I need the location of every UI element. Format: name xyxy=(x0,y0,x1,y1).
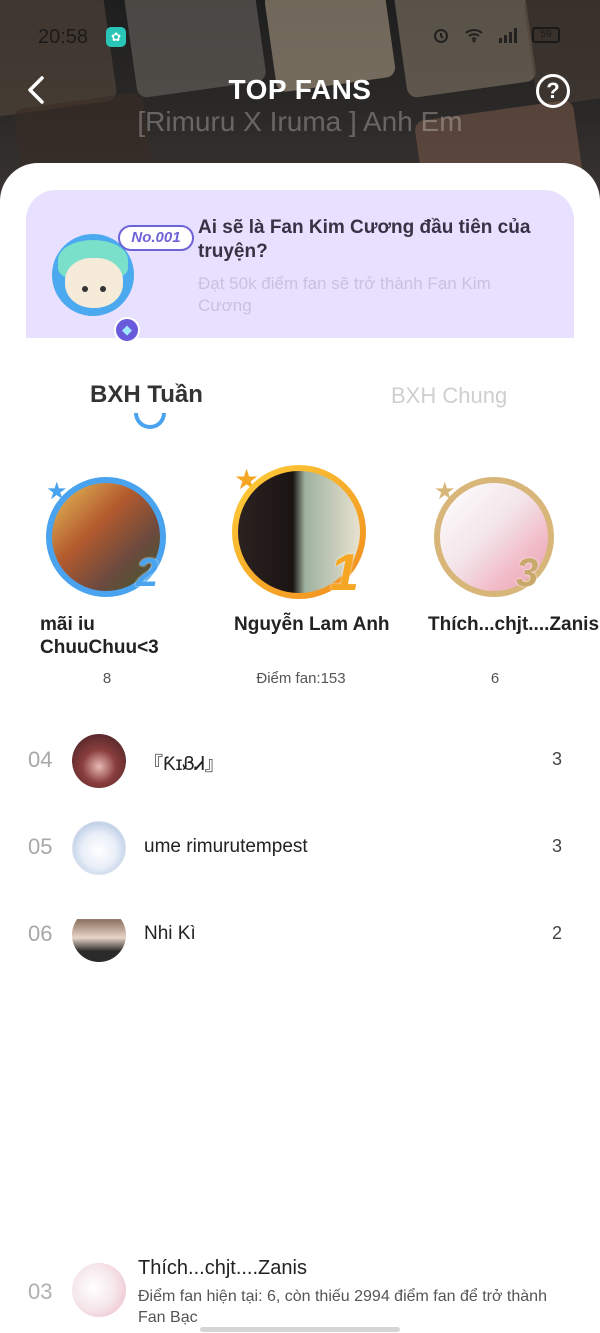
my-rank: 03 xyxy=(28,1279,53,1304)
fan-name: mãi iu ChuuChuu<3 xyxy=(40,614,159,658)
row-rank: 06 xyxy=(28,921,53,946)
fan-score: 6 xyxy=(490,670,500,687)
help-button[interactable]: ? xyxy=(536,74,570,108)
fan-name: Thích...chjt....Zanis xyxy=(428,614,600,635)
page-title: TOP FANS xyxy=(228,74,372,105)
fan-score: 8 xyxy=(102,670,112,687)
row-score: 2 xyxy=(551,923,562,943)
rank-badge: No.001 xyxy=(118,225,194,251)
story-title: [Rimuru X Iruma ] Anh Em xyxy=(137,106,463,137)
wifi-icon xyxy=(465,29,483,43)
podium-rank-1[interactable]: ★ 1 Nguyễn Lam Anh Điểm fan:153 xyxy=(226,463,390,693)
row-score: 3 xyxy=(551,749,562,769)
my-rank-row[interactable]: 03 Thích...chjt....Zanis Điểm fan hiện t… xyxy=(0,1255,600,1333)
mascot-eye xyxy=(82,286,88,292)
my-avatar xyxy=(72,1263,126,1317)
status-bar: 20:58 ✿ 59 xyxy=(0,22,600,52)
avatar xyxy=(72,734,126,788)
tab-weekly[interactable]: BXH Tuần xyxy=(90,381,203,409)
status-time: 20:58 xyxy=(38,26,89,48)
signal-icon xyxy=(499,28,517,43)
alarm-icon xyxy=(434,29,448,43)
banner-subtitle: Đạt 50k điểm fan sẽ trở thành Fan Kim Cư… xyxy=(198,274,491,315)
tab-active-indicator xyxy=(134,413,166,429)
podium-rank-2[interactable]: ★ 2 mãi iu ChuuChuu<3 8 xyxy=(32,463,182,693)
rank-number: 3 xyxy=(516,551,539,595)
row-name: ume rimurutempest xyxy=(144,836,308,857)
mascot-face xyxy=(65,258,123,308)
ranking-row[interactable]: 06 Nhi Kì 2 xyxy=(0,905,600,965)
app-notification-icon: ✿ xyxy=(106,27,126,47)
home-indicator[interactable] xyxy=(200,1327,400,1332)
top-fans-sheet: ◆ No.001 Ai sẽ là Fan Kim Cương đầu tiên… xyxy=(0,163,600,1333)
mascot-eye xyxy=(100,286,106,292)
fan-score: Điểm fan:153 xyxy=(256,670,346,687)
diamond-fan-banner: ◆ No.001 Ai sẽ là Fan Kim Cương đầu tiên… xyxy=(26,190,574,343)
battery-icon: 59 xyxy=(532,27,560,43)
avatar xyxy=(72,908,126,962)
my-progress-text: Điểm fan hiện tại: 6, còn thiếu 2994 điể… xyxy=(138,1288,547,1326)
row-score: 3 xyxy=(551,836,562,856)
row-rank: 04 xyxy=(28,747,53,772)
my-name: Thích...chjt....Zanis xyxy=(138,1257,307,1279)
banner-title: Ai sẽ là Fan Kim Cương đầu tiên của truy… xyxy=(198,217,531,262)
ranking-row[interactable]: 05 ume rimurutempest 3 xyxy=(0,818,600,878)
fan-name: Nguyễn Lam Anh xyxy=(234,614,390,635)
rank-number: 2 xyxy=(136,551,159,595)
diamond-icon: ◆ xyxy=(114,317,140,343)
avatar xyxy=(72,821,126,875)
tab-overall[interactable]: BXH Chung xyxy=(391,383,507,409)
ranking-row[interactable]: 04 『ƘɪᏰᏗ』 3 xyxy=(0,731,600,791)
row-name: 『ƘɪᏰᏗ』 xyxy=(144,754,224,775)
row-rank: 05 xyxy=(28,834,53,859)
status-icons: 59 xyxy=(432,26,560,44)
podium-rank-3[interactable]: ★ 3 Thích...chjt....Zanis 6 xyxy=(420,463,599,693)
row-name: Nhi Kì xyxy=(144,923,196,944)
rank-number: 1 xyxy=(330,544,359,602)
